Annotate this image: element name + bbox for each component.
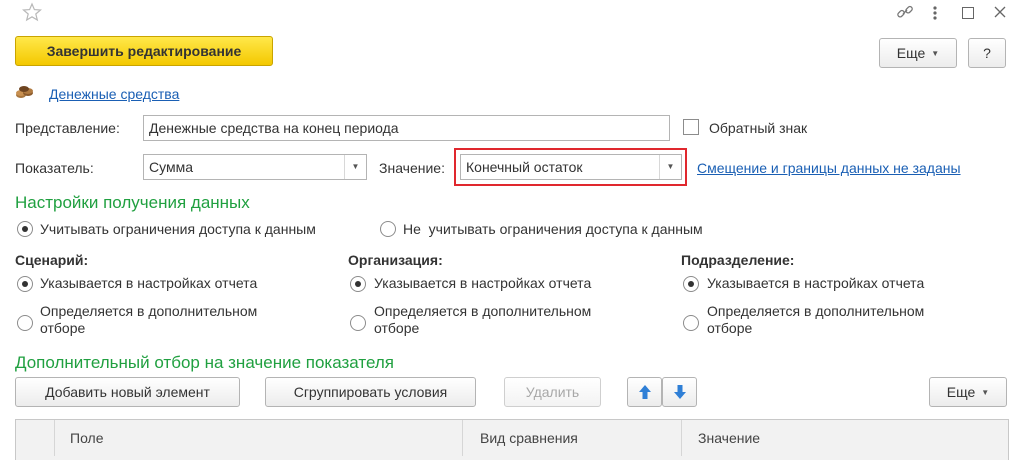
indicator-select[interactable]: Сумма ▼: [143, 154, 367, 180]
representation-label: Представление:: [15, 120, 120, 136]
access-off-radio[interactable]: [380, 221, 396, 237]
inverse-sign-checkbox[interactable]: [683, 119, 699, 135]
organization-title: Организация:: [348, 252, 443, 268]
scenario-title: Сценарий:: [15, 252, 89, 268]
indicator-select-value: Сумма: [149, 159, 193, 175]
department-opt2-radio[interactable]: [683, 315, 699, 331]
arrow-up-icon: [638, 385, 651, 399]
column-header-comparison[interactable]: Вид сравнения: [472, 420, 578, 456]
organization-opt2-label-line2: отборе: [374, 320, 420, 336]
move-down-button[interactable]: [662, 377, 697, 407]
source-link[interactable]: Денежные средства: [49, 86, 179, 102]
organization-opt1-radio[interactable]: [350, 276, 366, 292]
more-button-label: Еще: [896, 45, 926, 61]
access-off-label: Не учитывать ограничения доступа к данны…: [403, 221, 703, 237]
scenario-opt2-label-line2: отборе: [40, 320, 86, 336]
maximize-icon[interactable]: [962, 7, 974, 19]
department-opt1-label: Указывается в настройках отчета: [707, 275, 925, 291]
add-element-button[interactable]: Добавить новый элемент: [15, 377, 240, 407]
link-icon[interactable]: [896, 3, 914, 21]
department-title: Подразделение:: [681, 252, 795, 268]
dropdown-arrow-icon[interactable]: ▼: [659, 155, 681, 179]
money-coins-icon: [15, 85, 37, 99]
favorite-star-icon[interactable]: [21, 2, 43, 22]
more-button[interactable]: Еще ▼: [879, 38, 957, 68]
scenario-opt2-label: Определяется в дополнительном: [40, 303, 258, 319]
filter-more-label: Еще: [946, 384, 976, 400]
close-icon[interactable]: [992, 4, 1008, 20]
chevron-down-icon: ▼: [931, 48, 940, 58]
delete-button[interactable]: Удалить: [504, 377, 601, 407]
menu-dots-icon[interactable]: [930, 4, 940, 22]
department-opt1-radio[interactable]: [683, 276, 699, 292]
scenario-opt2-radio[interactable]: [17, 315, 33, 331]
column-header-value[interactable]: Значение: [690, 420, 760, 456]
department-opt2-label-line2: отборе: [707, 320, 753, 336]
column-separator: [462, 420, 463, 456]
group-conditions-button[interactable]: Сгруппировать условия: [265, 377, 476, 407]
value-select[interactable]: Конечный остаток ▼: [460, 154, 682, 180]
help-button[interactable]: ?: [968, 38, 1006, 68]
filter-more-button[interactable]: Еще ▼: [929, 377, 1007, 407]
representation-field[interactable]: Денежные средства на конец периода: [143, 115, 670, 141]
value-label: Значение:: [379, 160, 445, 176]
column-separator: [54, 420, 55, 456]
organization-opt1-label: Указывается в настройках отчета: [374, 275, 592, 291]
offset-link[interactable]: Смещение и границы данных не заданы: [697, 160, 961, 176]
indicator-label: Показатель:: [15, 160, 94, 176]
arrow-down-icon: [673, 385, 686, 399]
column-header-field[interactable]: Поле: [62, 420, 104, 456]
move-up-button[interactable]: [627, 377, 662, 407]
inverse-sign-label: Обратный знак: [709, 120, 808, 136]
scenario-opt1-label: Указывается в настройках отчета: [40, 275, 258, 291]
dropdown-arrow-icon[interactable]: ▼: [344, 155, 366, 179]
access-on-label: Учитывать ограничения доступа к данным: [40, 221, 316, 237]
organization-opt2-label: Определяется в дополнительном: [374, 303, 592, 319]
department-opt2-label: Определяется в дополнительном: [707, 303, 925, 319]
organization-opt2-radio[interactable]: [350, 315, 366, 331]
filter-table: Поле Вид сравнения Значение: [15, 419, 1009, 460]
finish-editing-button[interactable]: Завершить редактирование: [15, 36, 273, 66]
column-separator: [681, 420, 682, 456]
filter-title: Дополнительный отбор на значение показат…: [15, 353, 394, 372]
chevron-down-icon: ▼: [981, 387, 990, 397]
scenario-opt1-radio[interactable]: [17, 276, 33, 292]
access-on-radio[interactable]: [17, 221, 33, 237]
data-settings-title: Настройки получения данных: [15, 193, 250, 212]
value-select-value: Конечный остаток: [466, 159, 583, 175]
